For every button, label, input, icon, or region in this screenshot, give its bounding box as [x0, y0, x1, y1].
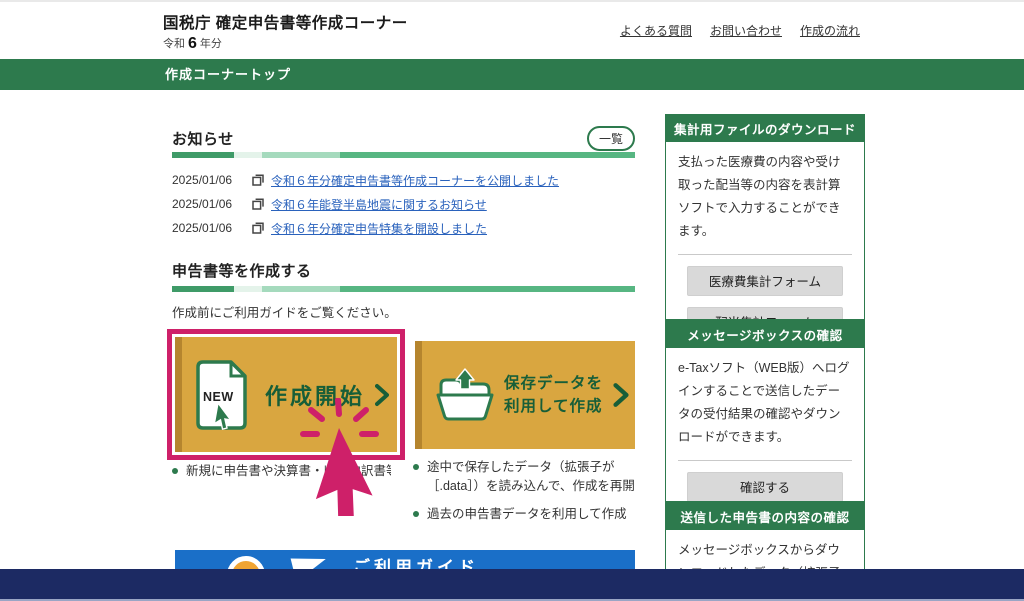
news-list-button[interactable]: 一覧 [587, 126, 635, 151]
tax-year-number: 6 [188, 35, 197, 52]
start-bullet-text: 新規に申告書や決算書・収支内訳書等を作成 [186, 462, 391, 481]
divider [678, 460, 852, 461]
sidebar-panel-download: 支払った医療費の内容や受け取った配当等の内容を表計算ソフトで入力することができま… [665, 142, 865, 320]
chevron-right-icon [613, 382, 629, 408]
start-bullets: 新規に申告書や決算書・収支内訳書等を作成 [172, 462, 397, 489]
external-window-icon [252, 222, 264, 234]
resume-button-label: 保存データを 利用して作成 [504, 372, 603, 419]
resume-bullets: 途中で保存したデータ（拡張子が［.data］）を読み込んで、作成を再開 過去の申… [413, 458, 655, 532]
sidebar: 集計用ファイルのダウンロード 支払った医療費の内容や受け取った配当等の内容を表計… [665, 114, 865, 601]
bullet-dot [172, 468, 178, 474]
news-link[interactable]: 令和６年分確定申告特集を開設しました [271, 220, 487, 237]
bullet-dot [413, 464, 419, 470]
resume-label-line2: 利用して作成 [504, 398, 603, 415]
news-link[interactable]: 令和６年能登半島地震に関するお知らせ [271, 196, 487, 213]
create-heading: 申告書等を作成する [172, 260, 312, 281]
start-button[interactable]: NEW 作成開始 [175, 337, 397, 452]
breadcrumb: 作成コーナートップ [165, 59, 291, 90]
link-contact[interactable]: お問い合わせ [710, 22, 782, 39]
header-links: よくある質問 お問い合わせ 作成の流れ [620, 22, 860, 39]
news-link[interactable]: 令和６年分確定申告書等作成コーナーを公開しました [271, 172, 559, 189]
news-date: 2025/01/06 [172, 197, 252, 211]
page-title: 国税庁 確定申告書等作成コーナー [163, 11, 408, 33]
resume-bullet-text: 過去の申告書データを利用して作成 [427, 505, 627, 524]
dividend-form-button[interactable]: 配当集計フォーム [687, 307, 843, 321]
bullet-dot [413, 511, 419, 517]
news-list: 2025/01/06 令和６年分確定申告書等作成コーナーを公開しました 2025… [172, 168, 635, 240]
resume-label-line1: 保存データを [504, 375, 603, 392]
news-row: 2025/01/06 令和６年分確定申告特集を開設しました [172, 216, 635, 240]
start-button-label: 作成開始 [265, 379, 365, 411]
tax-year: 令和6年分 [163, 35, 222, 53]
link-faq[interactable]: よくある質問 [620, 22, 692, 39]
news-divider [172, 152, 635, 158]
start-button-highlight-frame: NEW 作成開始 [167, 329, 405, 460]
sidebar-panel-body-text: e-Taxソフト（WEB版）へログインすることで送信したデータの受付結果の確認や… [666, 348, 864, 452]
sidebar-panel-title-messagebox: メッセージボックスの確認 [665, 320, 865, 348]
news-date: 2025/01/06 [172, 173, 252, 187]
resume-bullet-text: 途中で保存したデータ（拡張子が［.data］）を読み込んで、作成を再開 [427, 458, 655, 497]
news-heading: お知らせ [172, 128, 234, 149]
nav-bar: 作成コーナートップ [0, 59, 1024, 90]
create-note: 作成前にご利用ガイドをご覧ください。 [172, 302, 397, 321]
news-date: 2025/01/06 [172, 221, 252, 235]
new-document-icon: NEW [192, 359, 248, 431]
bottom-navy-bar [0, 569, 1024, 599]
link-flow[interactable]: 作成の流れ [800, 22, 860, 39]
create-divider [172, 286, 635, 292]
chevron-right-icon [375, 383, 389, 407]
tax-year-suffix: 年分 [200, 38, 222, 50]
medical-expense-form-button[interactable]: 医療費集計フォーム [687, 266, 843, 296]
external-window-icon [252, 174, 264, 186]
sidebar-panel-body-text: 支払った医療費の内容や受け取った配当等の内容を表計算ソフトで入力することができま… [666, 142, 864, 246]
resume-button[interactable]: 保存データを 利用して作成 [415, 341, 635, 449]
divider [678, 254, 852, 255]
sidebar-panel-title-download: 集計用ファイルのダウンロード [665, 114, 865, 142]
page: 国税庁 確定申告書等作成コーナー 令和6年分 よくある質問 お問い合わせ 作成の… [0, 0, 1024, 601]
sidebar-panel-messagebox: e-Taxソフト（WEB版）へログインすることで送信したデータの受付結果の確認や… [665, 348, 865, 502]
sidebar-panel-title-sent-returns: 送信した申告書の内容の確認 [665, 502, 865, 530]
external-window-icon [252, 198, 264, 210]
new-badge: NEW [203, 390, 234, 404]
news-row: 2025/01/06 令和６年分確定申告書等作成コーナーを公開しました [172, 168, 635, 192]
confirm-button[interactable]: 確認する [687, 472, 843, 502]
tax-year-era: 令和 [163, 38, 185, 50]
folder-upload-icon [434, 368, 496, 422]
news-row: 2025/01/06 令和６年能登半島地震に関するお知らせ [172, 192, 635, 216]
